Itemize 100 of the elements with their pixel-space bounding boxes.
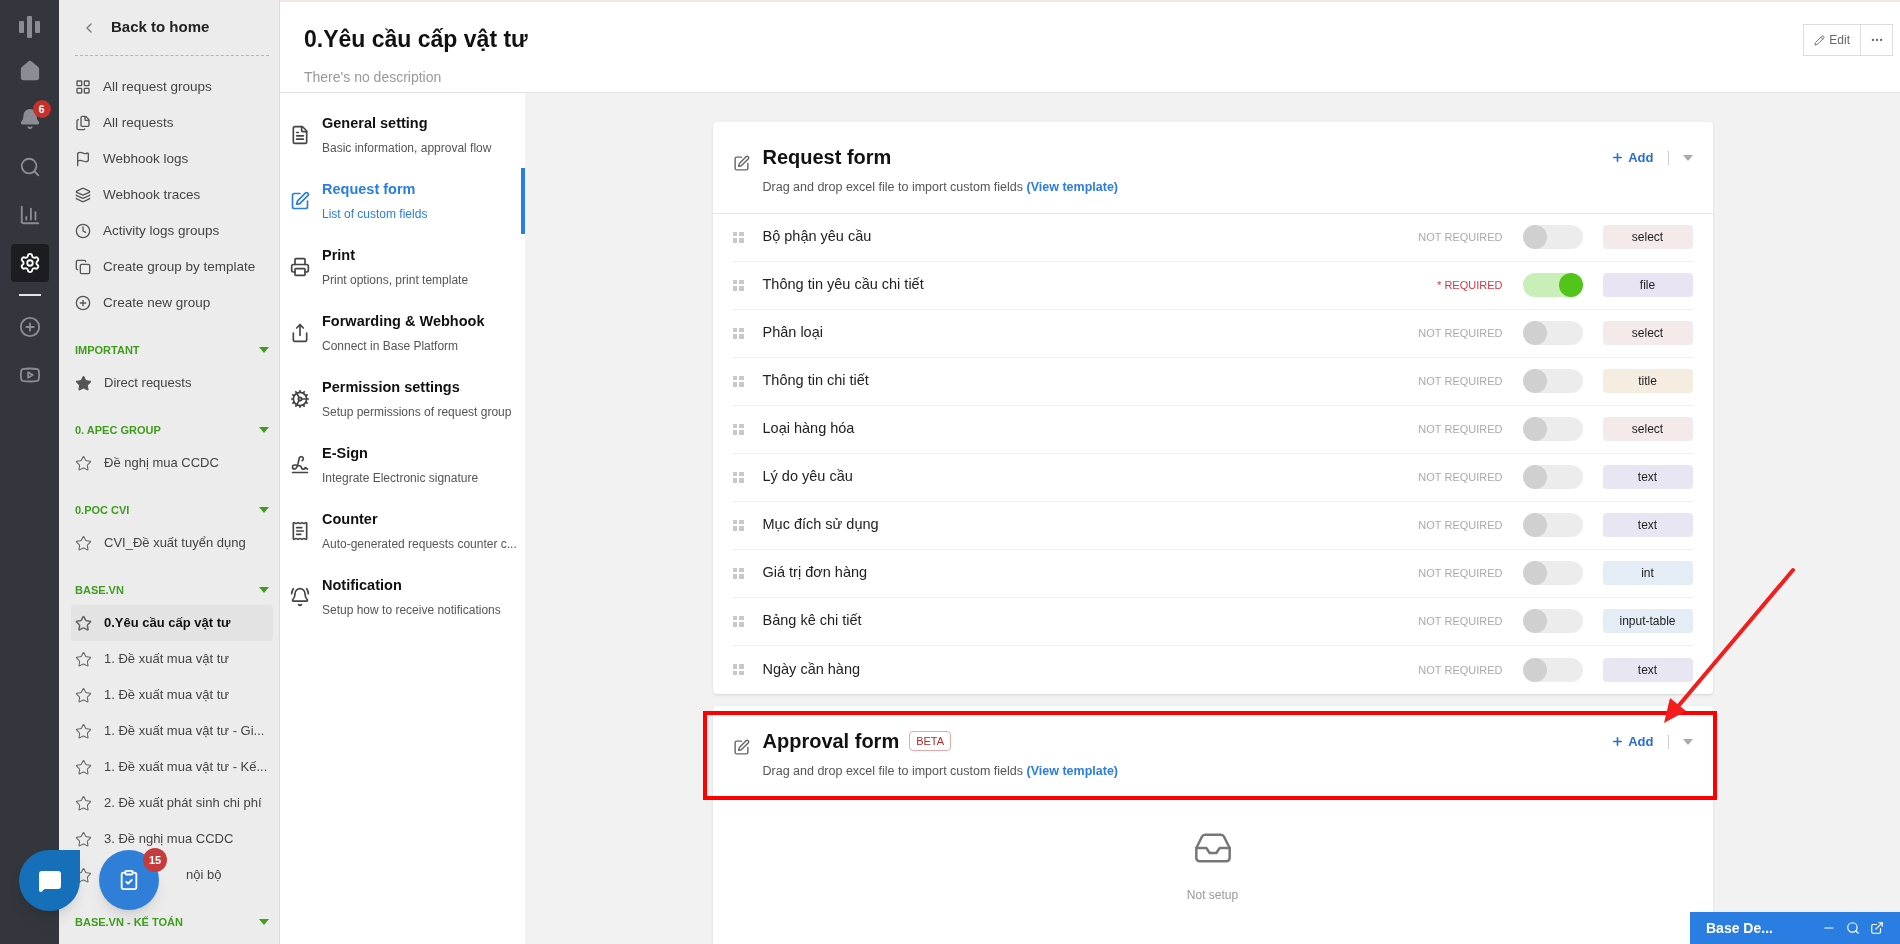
view-template-link[interactable]: (View template) (1026, 763, 1118, 778)
sidebar-link[interactable]: All requests (71, 105, 273, 141)
required-toggle[interactable] (1522, 417, 1583, 442)
request-group-item[interactable]: 2. Đề xuất phát sinh chi phí (71, 785, 273, 821)
settings-menu-item[interactable]: General setting Basic information, approval flow (280, 102, 525, 168)
field-row[interactable]: Lý do yêu cầu NOT REQUIRED text (732, 453, 1693, 502)
field-type-tag: select (1602, 321, 1693, 346)
chat-icon (37, 868, 62, 893)
field-type-tag: input-table (1602, 609, 1693, 634)
request-group-item[interactable]: CVI_Đề xuất tuyển dụng (71, 525, 273, 561)
menu-item-title: Forwarding & Webhook (322, 312, 485, 332)
request-group-item[interactable]: Direct requests (71, 365, 273, 401)
field-row[interactable]: Thông tin chi tiết NOT REQUIRED title (732, 357, 1693, 406)
field-row[interactable]: Mục đích sử dụng NOT REQUIRED text (732, 501, 1693, 550)
field-name: Thông tin chi tiết (762, 371, 870, 391)
field-row[interactable]: Thông tin yêu cầu chi tiết * REQUIRED file (732, 261, 1693, 310)
field-type-tag: select (1602, 225, 1693, 250)
sidebar-link[interactable]: Webhook logs (71, 141, 273, 177)
back-link[interactable]: Back to home (111, 16, 210, 39)
request-group-item[interactable]: nội bộ (186, 865, 222, 885)
drag-handle-icon[interactable] (732, 375, 744, 387)
add-button[interactable]: Add (1611, 148, 1654, 168)
sidebar-link[interactable]: Activity logs groups (71, 213, 273, 249)
field-row[interactable]: Phân loại NOT REQUIRED select (732, 309, 1693, 358)
required-toggle[interactable] (1522, 321, 1583, 346)
required-toggle[interactable] (1522, 657, 1583, 682)
sidebar-link[interactable]: Create group by template (71, 249, 273, 285)
settings-menu-item[interactable]: Forwarding & Webhook Connect in Base Platform (280, 300, 525, 366)
group-heading: BASE.VN (75, 582, 124, 598)
layers-icon (75, 187, 91, 203)
sidebar-link[interactable]: Create new group (71, 285, 273, 321)
plus-icon (1611, 151, 1625, 165)
search-icon (18, 156, 41, 178)
settings-menu-item[interactable]: Print Print options, print template (280, 234, 525, 300)
caret-icon[interactable] (259, 427, 269, 433)
field-row[interactable]: Bộ phận yêu cầu NOT REQUIRED select (732, 213, 1693, 262)
settings-menu-item[interactable]: Permission settings Setup permissions of request group (280, 366, 525, 432)
request-group-item[interactable]: 1. Đề xuất mua vật tư - Gi... (71, 713, 273, 749)
settings-menu-item[interactable]: E-Sign Integrate Electronic signature (280, 432, 525, 498)
logo-icon[interactable] (18, 16, 41, 38)
group-heading: 0. APEC GROUP (75, 422, 161, 438)
gear-icon (290, 389, 310, 409)
caret-icon[interactable] (259, 919, 269, 925)
menu-item-title: Counter (322, 510, 379, 530)
caret-icon[interactable] (259, 507, 269, 513)
required-toggle[interactable] (1522, 465, 1583, 490)
request-group-item[interactable]: 1. Đề xuất mua vật tư (71, 641, 273, 677)
rail-button[interactable]: 6 (10, 100, 49, 138)
request-group-item[interactable]: 0.Yêu cầu cấp vật tư (71, 605, 273, 641)
caret-icon[interactable] (1682, 154, 1693, 161)
chat-widget-bar[interactable]: Base De... (1690, 912, 1900, 944)
drag-handle-icon[interactable] (732, 423, 744, 435)
field-row[interactable]: Giá trị đơn hàng NOT REQUIRED int (732, 549, 1693, 598)
drag-handle-icon[interactable] (732, 231, 744, 243)
menu-item-subtitle: Setup permissions of request group (322, 403, 512, 421)
required-toggle[interactable] (1522, 273, 1583, 298)
add-button[interactable]: Add (1611, 731, 1654, 752)
settings-menu-item[interactable]: Counter Auto-generated requests counter c... (280, 498, 525, 564)
settings-menu-item[interactable]: Notification Setup how to receive notifications (280, 564, 525, 630)
drag-handle-icon[interactable] (732, 279, 744, 291)
menu-item-subtitle: Connect in Base Platform (322, 337, 460, 355)
edit-button[interactable]: Edit (1803, 24, 1861, 56)
sidebar-link[interactable]: Webhook traces (71, 177, 273, 213)
chat-widget-title: Base De... (1706, 918, 1774, 938)
field-row[interactable]: Bảng kê chi tiết NOT REQUIRED input-table (732, 597, 1693, 646)
required-toggle[interactable] (1522, 513, 1583, 538)
field-type-tag: text (1602, 657, 1693, 682)
required-toggle[interactable] (1522, 225, 1583, 250)
drag-handle-icon[interactable] (732, 519, 744, 531)
form-description: Drag and drop excel file to import custom fields (View template) (762, 179, 1119, 196)
field-row[interactable]: Loại hàng hóa NOT REQUIRED select (732, 405, 1693, 454)
caret-icon[interactable] (259, 347, 269, 353)
grid-icon (75, 79, 91, 95)
drag-handle-icon[interactable] (732, 615, 744, 627)
drag-handle-icon[interactable] (732, 567, 744, 579)
drag-handle-icon[interactable] (732, 664, 744, 676)
request-group-item[interactable]: 1. Đề xuất mua vật tư - Kế... (71, 749, 273, 785)
rail-button[interactable] (10, 244, 49, 282)
request-group-item[interactable]: Đề nghị mua CCDC (71, 445, 273, 481)
field-type-tag: text (1602, 465, 1693, 490)
external-link-icon (1870, 921, 1884, 935)
field-type-tag: file (1602, 273, 1693, 298)
group-heading: BASE.VN - KẾ TOÁN (75, 914, 183, 930)
more-button[interactable] (1861, 24, 1893, 56)
caret-icon[interactable] (1682, 738, 1693, 745)
sidebar-link[interactable]: All request groups (71, 69, 273, 105)
required-toggle[interactable] (1522, 369, 1583, 394)
menu-item-subtitle: Integrate Electronic signature (322, 469, 479, 487)
field-type-tag: text (1602, 513, 1693, 538)
caret-icon[interactable] (259, 587, 269, 593)
view-template-link[interactable]: (View template) (1026, 180, 1118, 194)
required-toggle[interactable] (1522, 561, 1583, 586)
flag-icon (75, 151, 91, 167)
required-toggle[interactable] (1522, 609, 1583, 634)
drag-handle-icon[interactable] (732, 327, 744, 339)
beta-badge: BETA (909, 730, 952, 751)
field-row[interactable]: Ngày cần hàng NOT REQUIRED text (732, 645, 1693, 694)
request-group-item[interactable]: 1. Đề xuất mua vật tư (71, 677, 273, 713)
drag-handle-icon[interactable] (732, 471, 744, 483)
form-title: Request form (762, 145, 892, 170)
